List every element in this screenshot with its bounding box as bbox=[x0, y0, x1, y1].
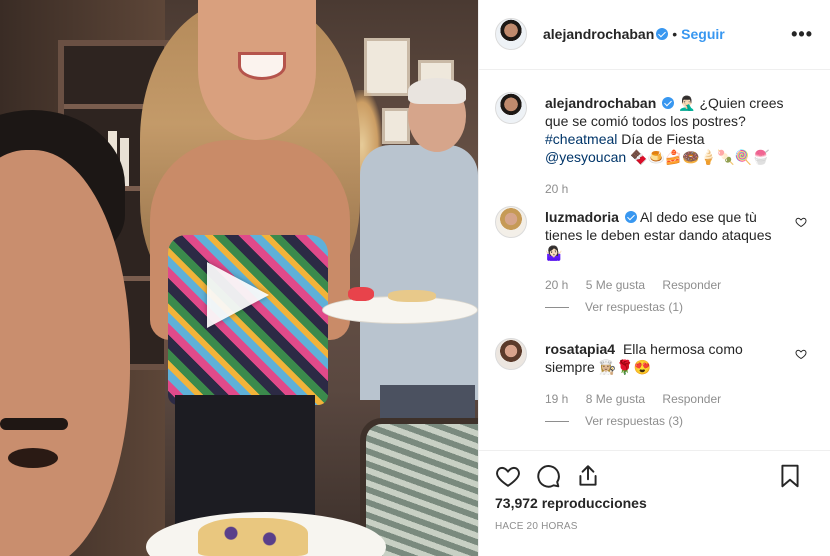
avatar[interactable] bbox=[495, 18, 527, 50]
view-replies-button[interactable]: Ver respuestas (1) bbox=[545, 300, 683, 314]
comment-likes[interactable]: 5 Me gusta bbox=[586, 278, 645, 292]
instagram-post-modal: alejandrochaban • Seguir ••• alejandrochab… bbox=[0, 0, 830, 556]
comment-meta: 19 h 8 Me gusta Responder bbox=[545, 392, 735, 406]
post-timestamp[interactable]: HACE 20 HORAS bbox=[495, 521, 578, 532]
comment-text: luzmadoria Al dedo ese que tù tienes le … bbox=[545, 208, 785, 262]
video-woman-mouth bbox=[238, 52, 286, 80]
post-actions-bar: 73,972 reproducciones HACE 20 HORAS bbox=[479, 450, 830, 556]
caption-hashtag[interactable]: #cheatmeal bbox=[545, 131, 617, 147]
video-dessert bbox=[388, 290, 436, 302]
caption: alejandrochaban 🤦🏻‍♂️ ¿Quien crees que s… bbox=[495, 90, 815, 200]
bookmark-icon[interactable] bbox=[777, 463, 803, 489]
caption-meta: 20 h bbox=[545, 182, 582, 196]
comment-item: luzmadoria Al dedo ese que tù tienes le … bbox=[495, 204, 815, 314]
comment-likes[interactable]: 8 Me gusta bbox=[586, 392, 645, 406]
views-count[interactable]: 73,972 reproducciones bbox=[495, 495, 647, 511]
play-icon[interactable] bbox=[207, 262, 269, 328]
video-dessert-bottom bbox=[198, 518, 308, 556]
view-replies-button[interactable]: Ver respuestas (3) bbox=[545, 414, 683, 428]
video-person-background-shirt bbox=[360, 145, 478, 400]
video-wall-frame bbox=[382, 108, 410, 144]
heart-icon[interactable] bbox=[495, 463, 521, 489]
caption-text: alejandrochaban 🤦🏻‍♂️ ¿Quien crees que s… bbox=[545, 94, 785, 166]
post-header: alejandrochaban • Seguir ••• bbox=[479, 0, 830, 70]
view-replies-label: Ver respuestas (1) bbox=[585, 300, 684, 314]
caption-username[interactable]: alejandrochaban bbox=[545, 95, 656, 111]
comment-meta: 20 h 5 Me gusta Responder bbox=[545, 278, 735, 292]
verified-icon bbox=[624, 211, 637, 223]
comment-like-heart-icon[interactable] bbox=[795, 348, 807, 360]
comment-like-heart-icon[interactable] bbox=[795, 216, 807, 228]
more-options-icon[interactable]: ••• bbox=[791, 24, 813, 45]
post-side-panel: alejandrochaban • Seguir ••• alejandrochab… bbox=[478, 0, 830, 556]
post-author-username[interactable]: alejandrochaban bbox=[543, 26, 654, 42]
comment-text: rosatapia4 Ella hermosa como siempre 👩🏼‍… bbox=[545, 340, 785, 376]
comment-time[interactable]: 19 h bbox=[545, 392, 568, 406]
view-replies-label: Ver respuestas (3) bbox=[585, 414, 684, 428]
verified-icon bbox=[656, 28, 669, 40]
video-selfie-eye bbox=[8, 448, 58, 468]
avatar[interactable] bbox=[495, 338, 527, 370]
comment-icon[interactable] bbox=[535, 463, 561, 489]
video-wall-frame bbox=[364, 38, 410, 96]
avatar[interactable] bbox=[495, 92, 527, 124]
post-video[interactable] bbox=[0, 0, 478, 556]
view-replies-line bbox=[545, 307, 569, 309]
comment-time[interactable]: 20 h bbox=[545, 278, 568, 292]
comment-username[interactable]: luzmadoria bbox=[545, 209, 619, 225]
follow-button[interactable]: Seguir bbox=[681, 26, 725, 42]
avatar[interactable] bbox=[495, 206, 527, 238]
video-person-background-hair bbox=[408, 78, 466, 104]
share-icon[interactable] bbox=[575, 463, 601, 489]
views-label: reproducciones bbox=[541, 495, 647, 511]
caption-emoji-suffix: 🍫🍮🍰🍩🍦🍡🍭🍧 bbox=[630, 149, 770, 165]
comment-item: rosatapia4 Ella hermosa como siempre 👩🏼‍… bbox=[495, 338, 815, 448]
reply-button[interactable]: Responder bbox=[662, 392, 721, 406]
caption-text-2: Día de Fiesta bbox=[621, 131, 705, 147]
verified-icon bbox=[662, 97, 675, 109]
comments-list[interactable]: alejandrochaban 🤦🏻‍♂️ ¿Quien crees que s… bbox=[479, 70, 830, 450]
caption-emoji-prefix: 🤦🏻‍♂️ bbox=[678, 95, 696, 111]
views-number: 73,972 bbox=[495, 495, 538, 511]
video-dessert bbox=[348, 287, 374, 301]
video-selfie-brow bbox=[0, 418, 68, 430]
separator-dot: • bbox=[672, 26, 678, 42]
reply-button[interactable]: Responder bbox=[662, 278, 721, 292]
caption-time[interactable]: 20 h bbox=[545, 182, 568, 196]
comment-username[interactable]: rosatapia4 bbox=[545, 341, 615, 357]
view-replies-line bbox=[545, 421, 569, 423]
caption-mention[interactable]: @yesyoucan bbox=[545, 149, 626, 165]
